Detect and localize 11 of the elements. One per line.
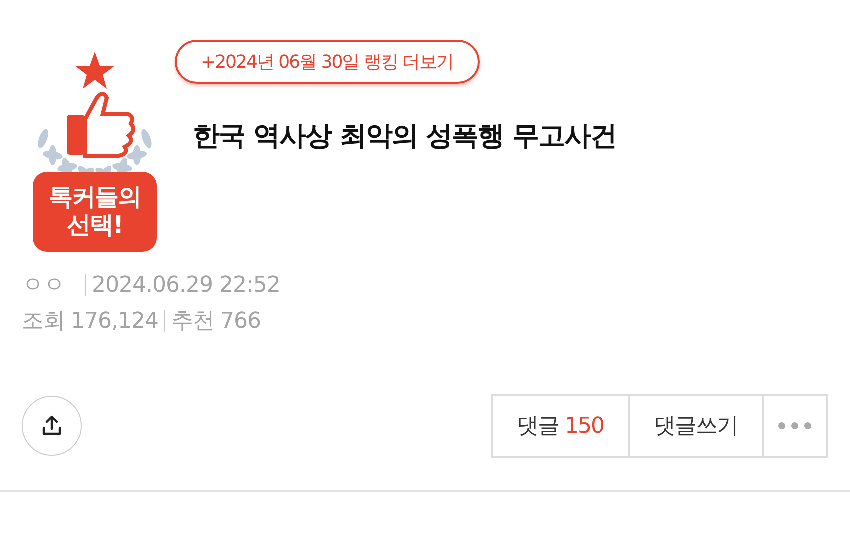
ranking-link[interactable]: +2024년 06월 30일 랭킹 더보기 <box>175 40 480 84</box>
views-label: 조회 <box>22 308 65 336</box>
likes-count: 766 <box>220 308 261 334</box>
views-count: 176,124 <box>71 308 158 334</box>
more-icon <box>778 422 812 430</box>
author-name: ㅇㅇ <box>22 272 65 300</box>
post-title: 한국 역사상 최악의 성폭행 무고사건 <box>193 120 617 154</box>
badge-label: 톡커들의 선택! <box>33 172 157 252</box>
likes-label: 추천 <box>171 308 214 336</box>
share-icon <box>40 414 64 438</box>
post-date: 2024.06.29 22:52 <box>92 272 280 298</box>
